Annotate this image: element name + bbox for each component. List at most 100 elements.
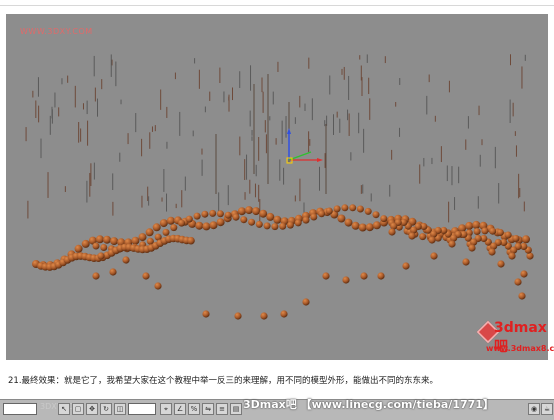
particle-sphere (342, 276, 350, 284)
particle-sphere (193, 212, 201, 220)
particle-sphere (365, 223, 374, 232)
particle-sphere (240, 216, 248, 224)
toolbar-field-left[interactable] (3, 403, 37, 415)
particle-sphere (318, 210, 326, 218)
particle-sphere (259, 209, 268, 218)
particle-sphere (430, 252, 438, 260)
particle-sphere (428, 236, 436, 244)
snap-icon[interactable]: ⌖ (160, 403, 172, 415)
particle-sphere (508, 252, 516, 260)
angle-snap-icon[interactable]: ∠ (174, 403, 186, 415)
3d-viewport[interactable]: WWW.3DXY.COM (6, 14, 548, 360)
particle-sphere (178, 219, 186, 227)
particle-sphere (448, 240, 456, 248)
toolbar-field-mid[interactable] (128, 403, 156, 415)
particle-sphere (344, 218, 353, 227)
particle-spheres (32, 204, 534, 320)
particle-sphere (81, 239, 90, 248)
layer-icon[interactable]: ▤ (230, 403, 242, 415)
percent-snap-icon[interactable]: % (188, 403, 200, 415)
particle-sphere (522, 235, 530, 244)
particle-sphere (92, 272, 100, 280)
particle-sphere (216, 210, 224, 218)
particle-sphere (325, 207, 333, 215)
particle-sphere (260, 312, 268, 320)
particle-scene (25, 54, 534, 320)
particle-sphere (266, 212, 275, 221)
particle-sphere (202, 222, 211, 231)
particle-sphere (496, 229, 504, 236)
axis-gizmo[interactable] (286, 128, 323, 164)
top-divider (0, 5, 554, 6)
particle-sphere (95, 235, 104, 244)
particle-sphere (224, 211, 232, 219)
move-icon[interactable]: ✥ (86, 403, 98, 415)
select-icon[interactable]: ↖ (58, 403, 70, 415)
particle-sphere (152, 223, 161, 232)
page-top-strip (0, 0, 554, 6)
teapot-icon[interactable]: ☕ (541, 403, 553, 415)
forum-credit: 3Dmax吧 【www.linecg.com/tieba/1771】 (243, 398, 494, 411)
particle-sphere (481, 227, 489, 235)
particle-sphere (468, 244, 476, 252)
particle-sphere (271, 223, 279, 231)
particle-sphere (109, 268, 117, 276)
particle-sphere (159, 219, 168, 228)
particle-sphere (402, 262, 410, 270)
particle-sphere (273, 215, 282, 224)
rotate-icon[interactable]: ↻ (100, 403, 112, 415)
region-select-icon[interactable]: ▢ (72, 403, 84, 415)
particle-sphere (294, 219, 302, 227)
z-axis-arrow-icon (287, 128, 291, 134)
logo-url: www.3dmax8.cn (486, 344, 554, 353)
particle-sphere (154, 282, 162, 290)
particle-sphere (488, 248, 496, 256)
particle-sphere (103, 235, 111, 244)
particle-sphere (337, 214, 346, 223)
particle-sphere (302, 298, 310, 306)
particle-sphere (356, 205, 364, 213)
particle-sphere (209, 209, 217, 217)
x-axis-arrow-icon (317, 158, 323, 162)
particle-sphere (279, 222, 287, 230)
particle-sphere (187, 236, 195, 245)
particle-sphere (280, 310, 288, 318)
particle-sphere (364, 207, 372, 215)
particle-sphere (310, 213, 318, 221)
particle-sphere (388, 228, 396, 236)
particle-sphere (514, 278, 522, 286)
particle-sphere (131, 236, 140, 245)
particle-sphere (360, 272, 368, 280)
particle-sphere (138, 233, 147, 242)
site-logo: 3dmax吧 www.3dmax8.cn (476, 318, 554, 362)
particle-sphere (201, 210, 209, 218)
particle-sphere (462, 258, 470, 266)
mirror-icon[interactable]: ⇋ (202, 403, 214, 415)
particle-sphere (185, 215, 193, 223)
particle-sphere (202, 310, 210, 318)
particle-sphere (302, 216, 310, 224)
particle-sphere (122, 256, 130, 264)
particle-sphere (216, 218, 225, 227)
particle-streaks (25, 54, 526, 223)
particle-sphere (520, 270, 528, 278)
max-bottom-toolbar: 3DXY.COM ↖ ▢ ✥ ↻ ◫ ⌖ ∠ % ⇋ ≡ ▤ ◉ ☕ 3Dmax… (0, 398, 554, 420)
particle-sphere (512, 235, 520, 242)
particle-sphere (372, 211, 380, 219)
particle-sphere (252, 207, 261, 216)
particle-sphere (255, 220, 263, 228)
particle-sphere (472, 220, 481, 229)
particle-sphere (341, 204, 349, 212)
particle-sphere (408, 232, 416, 240)
align-icon[interactable]: ≡ (216, 403, 228, 415)
particle-sphere (170, 224, 178, 232)
particle-sphere (465, 221, 474, 230)
particle-sphere (518, 292, 526, 300)
render-icon[interactable]: ◉ (528, 403, 540, 415)
particle-sphere (349, 204, 357, 212)
particle-sphere (358, 223, 367, 232)
scale-icon[interactable]: ◫ (114, 403, 126, 415)
particle-sphere (380, 215, 388, 223)
particle-sphere (74, 244, 83, 253)
particle-sphere (97, 252, 105, 260)
